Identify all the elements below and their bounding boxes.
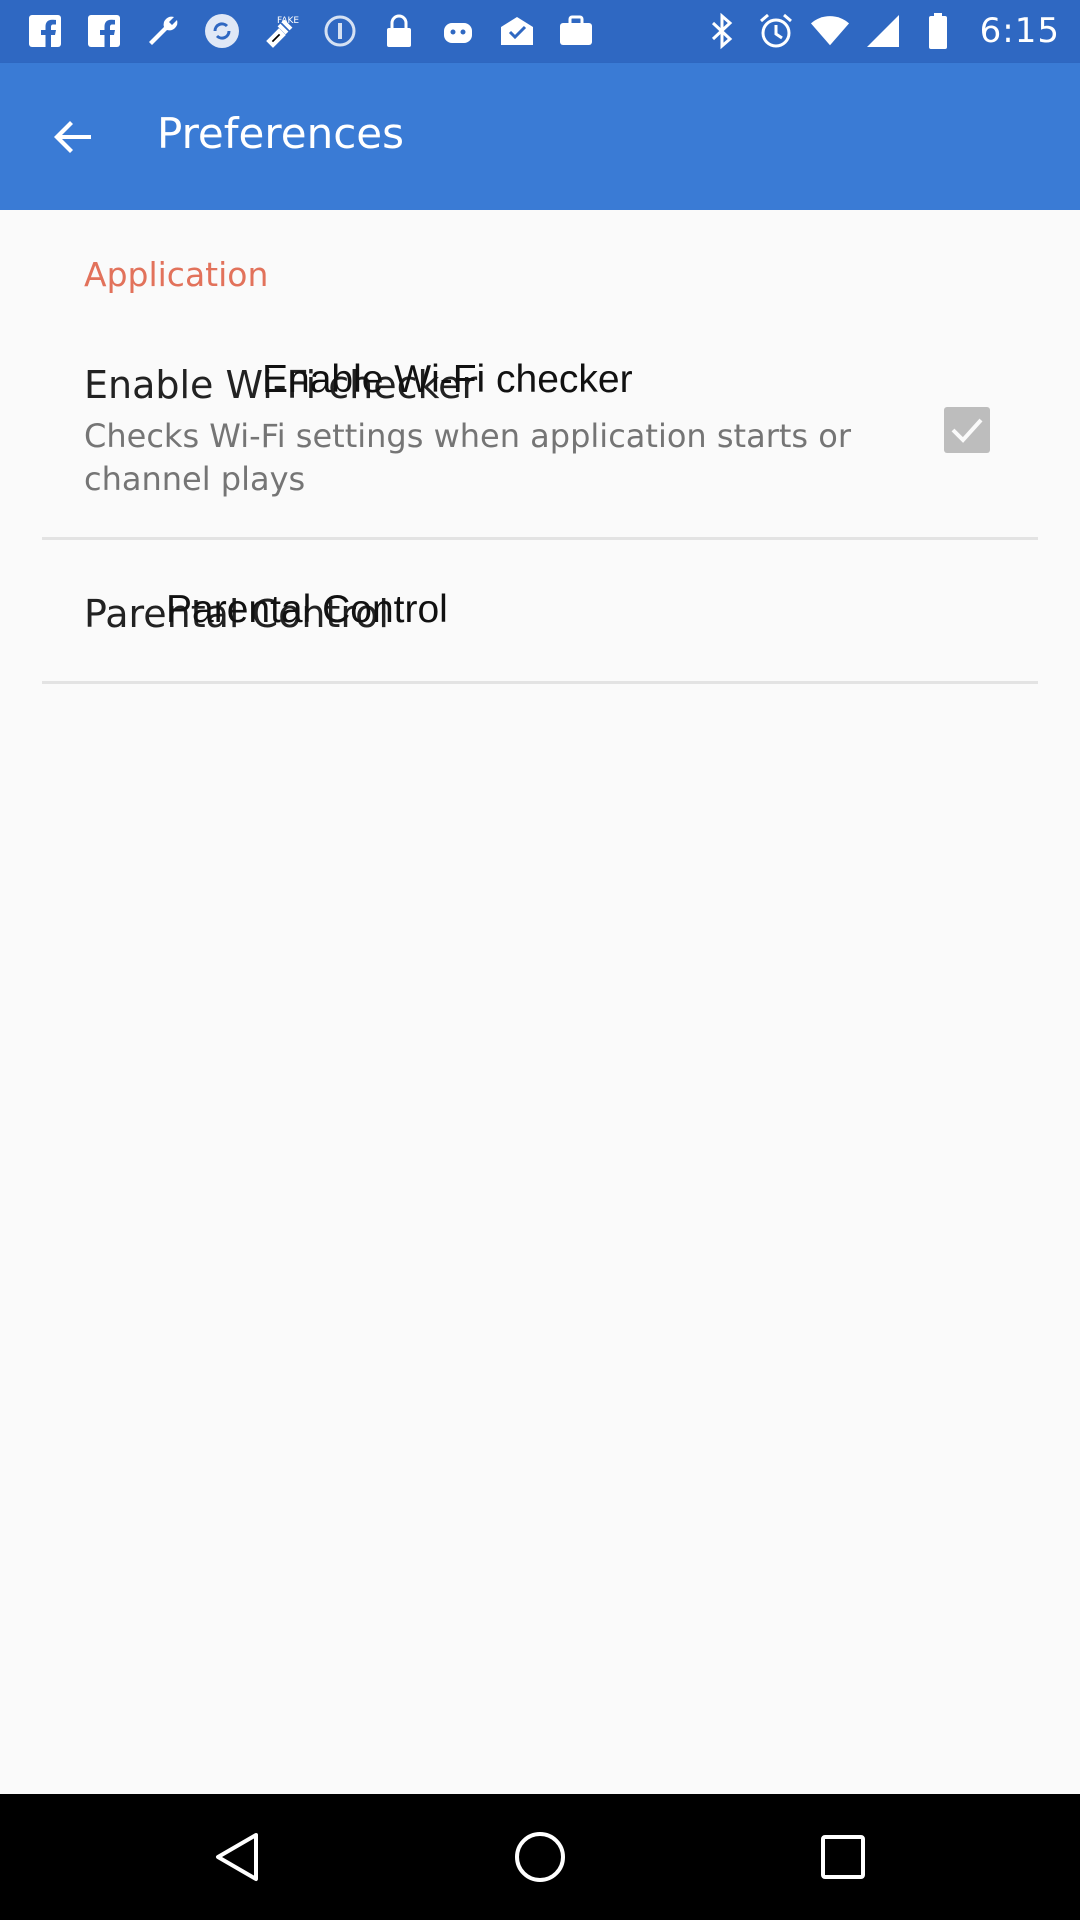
wifi-icon [810, 8, 850, 54]
pref-title-overlay: Parental Control [166, 588, 448, 631]
wifi-checker-checkbox[interactable] [944, 407, 990, 453]
system-nav-bar [0, 1794, 1080, 1920]
signal-icon [864, 8, 904, 54]
nav-home-button[interactable] [495, 1814, 585, 1900]
pref-parental-control[interactable]: Parental Control Parental Control [42, 540, 1038, 680]
home-circle-icon [515, 1832, 565, 1882]
pref-enable-wifi-checker[interactable]: Enable Wi-Fi checker Enable Wi-Fi checke… [42, 335, 1038, 535]
back-triangle-icon [216, 1833, 258, 1881]
lock-icon [378, 10, 420, 52]
alarm-icon [756, 8, 796, 54]
mail-check-icon [496, 10, 538, 52]
briefcase-icon [555, 10, 597, 52]
divider [42, 681, 1038, 684]
wrench-icon [142, 10, 184, 52]
notification-icons: FAKE [24, 10, 597, 52]
facebook-icon [83, 10, 125, 52]
facebook-icon [24, 10, 66, 52]
fake-gps-icon: FAKE [260, 10, 302, 52]
app-bar: Preferences [0, 63, 1080, 210]
info-icon [319, 10, 361, 52]
status-clock: 6:15 [979, 11, 1060, 51]
nav-recents-button[interactable] [798, 1814, 888, 1900]
status-bar: FAKE 6:15 [0, 0, 1080, 63]
preferences-list: Application Enable Wi-Fi checker Enable … [0, 210, 1080, 1794]
system-status-icons: 6:15 [702, 8, 1060, 54]
page-title: Preferences [157, 109, 405, 158]
android-icon [437, 10, 479, 52]
pref-title-overlay: Enable Wi-Fi checker [262, 358, 633, 401]
nav-back-button[interactable] [192, 1814, 282, 1900]
bluetooth-icon [702, 8, 742, 54]
battery-icon [918, 8, 958, 54]
section-header-application: Application [84, 255, 269, 294]
recents-square-icon [821, 1835, 865, 1879]
checkmark-icon [951, 418, 983, 443]
pref-summary: Checks Wi-Fi settings when application s… [84, 417, 851, 498]
sync-icon [201, 10, 243, 52]
arrow-back-icon [54, 121, 91, 153]
svg-text:FAKE: FAKE [277, 16, 299, 26]
back-button[interactable] [34, 105, 112, 171]
